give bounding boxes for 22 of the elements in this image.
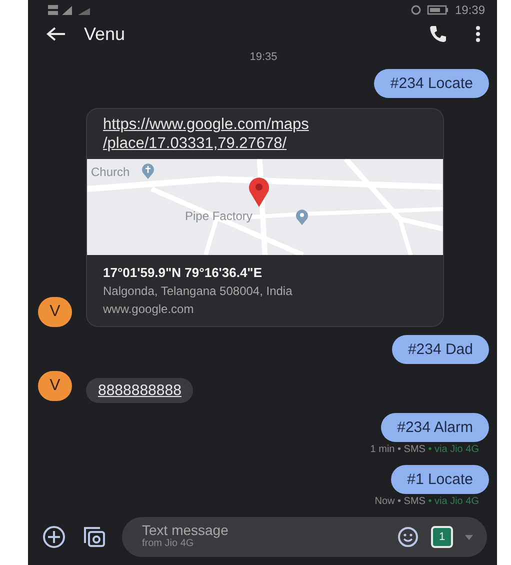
- status-time: 19:39: [454, 2, 485, 17]
- map-label: Church: [91, 165, 130, 179]
- placeholder-text: Text message: [142, 523, 228, 537]
- sim-badge[interactable]: 1: [431, 526, 453, 548]
- card-address: Nalgonda, Telangana 508004, India: [102, 283, 294, 300]
- message-bubble: #234 Dad: [392, 335, 489, 364]
- message-status: 1 min • SMS • via Jio 4G: [370, 444, 479, 455]
- message-bubble: #234 Locate: [374, 69, 489, 98]
- map-label: Pipe Factory: [185, 209, 252, 223]
- message-input[interactable]: Text message from Jio 4G 1: [122, 517, 487, 557]
- message-bubble: #1 Locate: [391, 465, 489, 494]
- contact-name: Venu: [84, 24, 126, 45]
- sim-label: from Jio 4G: [142, 538, 195, 551]
- message-bubble: #234 Alarm: [381, 413, 489, 442]
- card-domain: www.google.com: [102, 301, 195, 318]
- timestamp: 19:35: [250, 51, 278, 63]
- message-status: Now • SMS • via Jio 4G: [374, 496, 479, 507]
- avatar: V: [38, 371, 72, 401]
- avatar: V: [38, 297, 72, 327]
- link[interactable]: https://www.google.com/maps /place/17.03331,79.27678/: [87, 115, 443, 157]
- card-title: 17°01'59.9"N 79°16'36.4"E: [102, 264, 264, 282]
- message-bubble: 8888888888: [86, 378, 194, 403]
